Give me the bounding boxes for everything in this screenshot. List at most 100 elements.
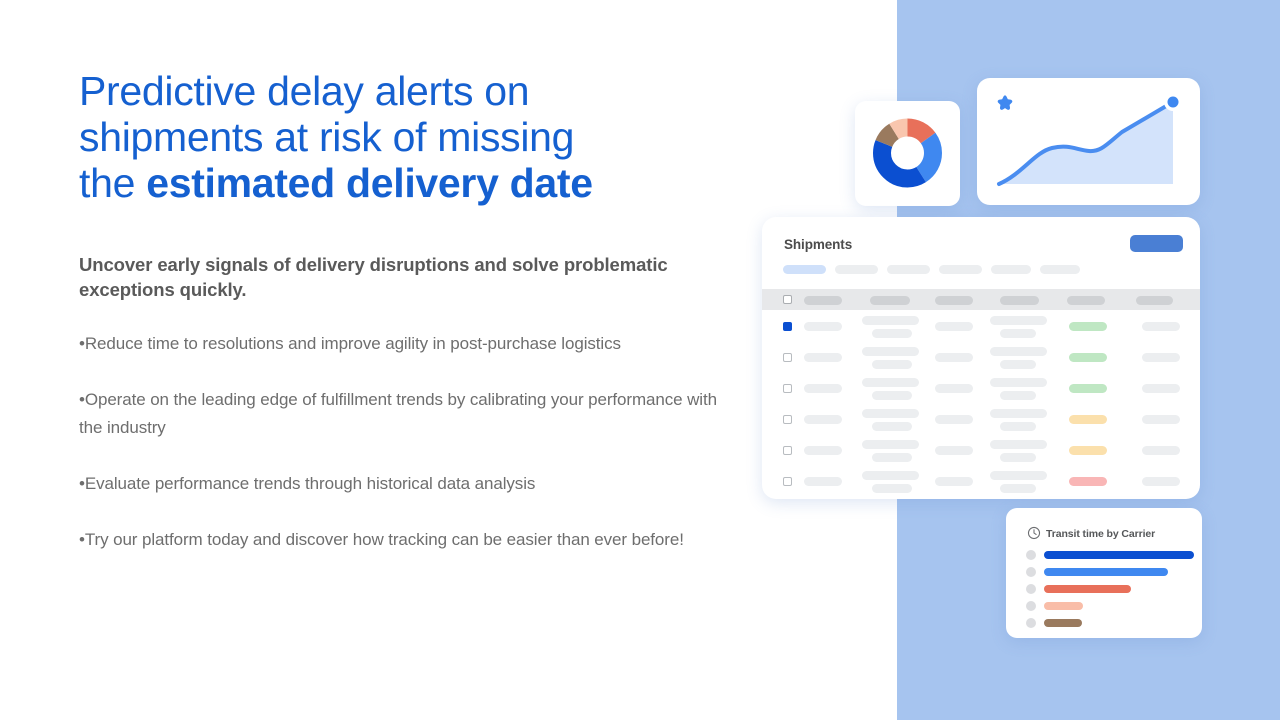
cell-id <box>804 353 842 362</box>
table-row[interactable] <box>762 375 1200 404</box>
row-checkbox[interactable] <box>783 353 792 362</box>
cell-value <box>935 384 973 393</box>
status-badge <box>1069 415 1107 424</box>
cell-value <box>935 415 973 424</box>
cell-primary-line <box>990 378 1047 387</box>
cell-value <box>935 446 973 455</box>
list-item: •Evaluate performance trends through his… <box>79 474 536 493</box>
shipments-card-title: Shipments <box>784 237 853 252</box>
table-row[interactable] <box>762 468 1200 497</box>
subheading: Uncover early signals of delivery disrup… <box>79 254 668 300</box>
cell-primary-line <box>990 316 1047 325</box>
row-checkbox[interactable] <box>783 384 792 393</box>
row-checkbox[interactable] <box>783 415 792 424</box>
cell-secondary-line <box>872 329 912 338</box>
cell-id <box>804 415 842 424</box>
headline-line-3-regular: the <box>79 160 147 206</box>
primary-action-button[interactable] <box>1130 235 1183 252</box>
cell-secondary-line <box>872 391 912 400</box>
cell-value <box>1142 446 1180 455</box>
column-header[interactable] <box>1136 295 1173 305</box>
headline-line-3-bold: estimated delivery date <box>146 160 593 206</box>
tab-item[interactable] <box>939 265 982 274</box>
table-header-row <box>762 289 1200 310</box>
bar-value <box>1044 585 1131 593</box>
bar-legend-dot <box>1026 567 1036 577</box>
column-header[interactable] <box>870 295 910 305</box>
bar-legend-dot <box>1026 618 1036 628</box>
clock-icon <box>1027 526 1041 540</box>
tab-item[interactable] <box>835 265 878 274</box>
cell-secondary-line <box>1000 391 1036 400</box>
bar-value <box>1044 551 1194 559</box>
bar-legend-dot <box>1026 550 1036 560</box>
cell-secondary-line <box>872 453 912 462</box>
list-item: •Operate on the leading edge of fulfillm… <box>79 390 717 437</box>
cell-value <box>1142 384 1180 393</box>
cell-primary-line <box>990 347 1047 356</box>
cell-id <box>804 384 842 393</box>
shipments-table-card: Shipments <box>762 217 1200 499</box>
row-checkbox[interactable] <box>783 477 792 486</box>
cell-secondary-line <box>1000 484 1036 493</box>
headline-line-2: shipments at risk of missing <box>79 114 575 160</box>
tab-item[interactable] <box>1040 265 1080 274</box>
row-checkbox[interactable] <box>783 322 792 331</box>
cell-primary-line <box>862 316 919 325</box>
page-title: Predictive delay alerts on shipments at … <box>79 68 739 206</box>
column-header[interactable] <box>804 295 842 305</box>
row-checkbox[interactable] <box>783 446 792 455</box>
cell-primary-line <box>862 347 919 356</box>
column-header[interactable] <box>1067 295 1105 305</box>
cell-secondary-line <box>872 360 912 369</box>
cell-secondary-line <box>872 484 912 493</box>
cell-secondary-line <box>1000 360 1036 369</box>
cell-value <box>1142 415 1180 424</box>
table-row[interactable] <box>762 344 1200 373</box>
cell-primary-line <box>990 409 1047 418</box>
cell-primary-line <box>862 378 919 387</box>
cell-secondary-line <box>1000 422 1036 431</box>
trend-chart-card <box>977 78 1200 205</box>
cell-id <box>804 477 842 486</box>
status-badge <box>1069 353 1107 362</box>
donut-chart <box>873 118 942 188</box>
select-all-checkbox[interactable] <box>783 295 792 304</box>
cell-secondary-line <box>1000 329 1036 338</box>
status-badge <box>1069 446 1107 455</box>
status-badge <box>1069 384 1107 393</box>
cell-value <box>935 322 973 331</box>
table-row[interactable] <box>762 406 1200 435</box>
cell-value <box>935 477 973 486</box>
donut-chart-card <box>855 101 960 206</box>
cell-id <box>804 322 842 331</box>
cell-secondary-line <box>872 422 912 431</box>
column-header[interactable] <box>935 295 973 305</box>
cell-value <box>935 353 973 362</box>
transit-time-card: Transit time by Carrier <box>1006 508 1202 638</box>
column-header[interactable] <box>1000 295 1039 305</box>
bar-value <box>1044 602 1083 610</box>
cell-id <box>804 446 842 455</box>
cell-primary-line <box>990 440 1047 449</box>
tab-item[interactable] <box>991 265 1031 274</box>
bar-legend-dot <box>1026 584 1036 594</box>
tab-bar[interactable] <box>783 265 1080 274</box>
cell-primary-line <box>862 471 919 480</box>
cell-value <box>1142 477 1180 486</box>
tab-item-active[interactable] <box>783 265 826 274</box>
bar-legend-dot <box>1026 601 1036 611</box>
bar-value <box>1044 619 1082 627</box>
cell-primary-line <box>862 409 919 418</box>
list-item: •Reduce time to resolutions and improve … <box>79 334 621 353</box>
tab-item[interactable] <box>887 265 930 274</box>
bar-value <box>1044 568 1168 576</box>
cell-secondary-line <box>1000 453 1036 462</box>
headline-line-1: Predictive delay alerts on <box>79 68 530 114</box>
chart-area-fill <box>999 102 1173 184</box>
transit-card-title: Transit time by Carrier <box>1046 528 1156 540</box>
table-row[interactable] <box>762 437 1200 466</box>
cell-value <box>1142 322 1180 331</box>
table-row[interactable] <box>762 313 1200 342</box>
status-badge <box>1069 322 1107 331</box>
